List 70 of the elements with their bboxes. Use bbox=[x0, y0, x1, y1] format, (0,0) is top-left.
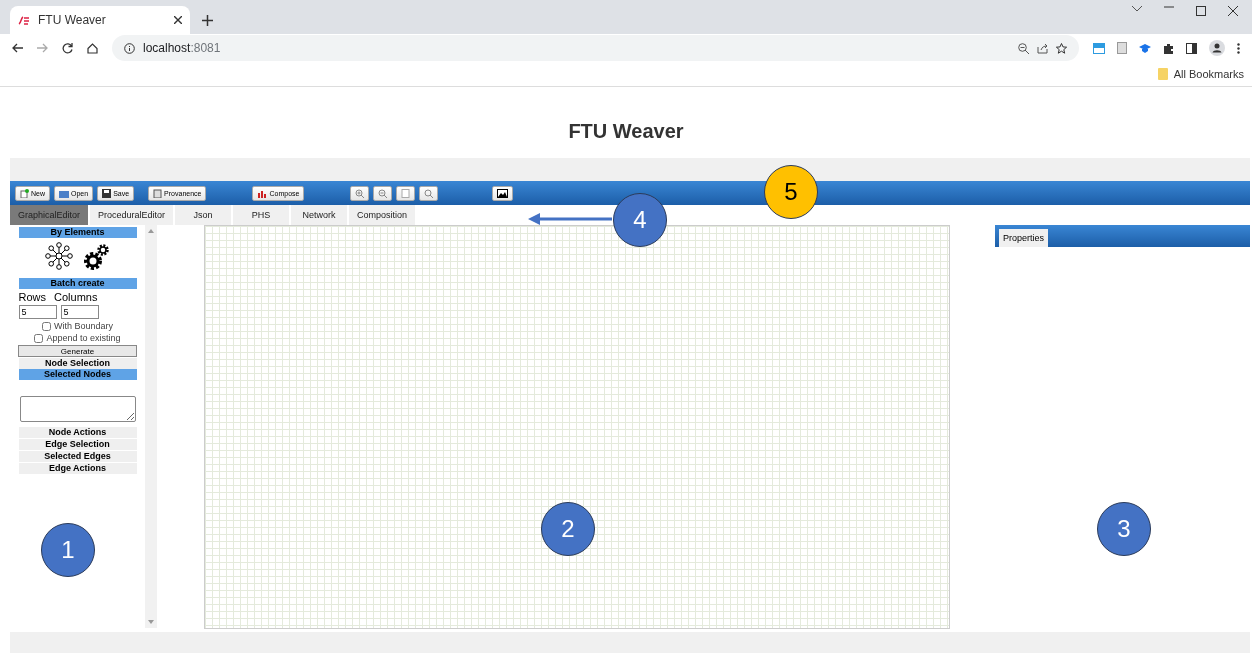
tab-title: FTU Weaver bbox=[38, 13, 106, 27]
checkbox-label: Append to existing bbox=[46, 333, 121, 343]
checkbox[interactable] bbox=[34, 333, 44, 343]
fit-button[interactable] bbox=[396, 185, 416, 201]
columns-input[interactable]: 5 bbox=[60, 305, 99, 319]
graduation-cap-icon[interactable] bbox=[1139, 43, 1151, 53]
editor-tab[interactable]: Composition bbox=[349, 205, 416, 225]
close-icon[interactable] bbox=[174, 16, 182, 24]
close-icon[interactable] bbox=[1228, 6, 1238, 16]
url-port: :8081 bbox=[190, 41, 221, 55]
rows-label: Rows bbox=[18, 291, 46, 303]
callout-marker: 3 bbox=[1097, 502, 1151, 556]
checkbox-label: With Boundary bbox=[54, 321, 113, 331]
zoom-out-icon bbox=[378, 188, 388, 198]
url-host: localhost bbox=[143, 41, 191, 55]
properties-tab[interactable]: Properties bbox=[999, 229, 1049, 247]
chevron-down-icon[interactable] bbox=[1132, 6, 1142, 12]
editor-tab[interactable]: GraphicalEditor bbox=[10, 205, 89, 225]
gears-icon[interactable] bbox=[81, 242, 112, 272]
editor-tab[interactable]: PHS bbox=[233, 205, 290, 225]
section-header[interactable]: Node Actions bbox=[18, 427, 137, 438]
browser-tab[interactable]: FTU Weaver bbox=[10, 6, 190, 34]
new-tab-icon[interactable] bbox=[202, 15, 213, 26]
home-icon[interactable] bbox=[87, 42, 98, 54]
editor-tab[interactable]: Json bbox=[175, 205, 232, 225]
section-header: By Elements bbox=[18, 227, 137, 238]
page-icon bbox=[401, 188, 411, 198]
back-arrow-icon[interactable] bbox=[12, 43, 23, 53]
section-header[interactable]: Selected Edges bbox=[18, 451, 137, 462]
section-header[interactable]: Edge Actions bbox=[18, 463, 137, 474]
page-title: FTU Weaver bbox=[568, 120, 684, 143]
share-icon[interactable] bbox=[1037, 42, 1048, 54]
checkbox[interactable] bbox=[42, 321, 51, 331]
profile-avatar-icon[interactable] bbox=[1209, 40, 1225, 56]
callout-marker: 1 bbox=[41, 523, 95, 577]
columns-label: Columns bbox=[54, 291, 98, 303]
image-button[interactable] bbox=[492, 185, 514, 201]
info-icon bbox=[124, 42, 135, 54]
selected-nodes-field[interactable] bbox=[19, 396, 136, 422]
clipboard-icon bbox=[153, 188, 163, 198]
search-button[interactable] bbox=[419, 185, 439, 201]
new-document-icon bbox=[20, 188, 29, 198]
zoom-out-button[interactable] bbox=[373, 185, 393, 201]
folder-icon bbox=[1157, 68, 1168, 80]
generate-button[interactable]: Generate bbox=[18, 345, 137, 357]
search-icon bbox=[424, 188, 434, 198]
editor-tab[interactable]: Network bbox=[291, 205, 348, 225]
zoom-out-icon[interactable] bbox=[1018, 42, 1029, 54]
network-node-icon[interactable] bbox=[43, 242, 74, 270]
reload-icon[interactable] bbox=[62, 42, 73, 54]
bookmarks-link[interactable]: All Bookmarks bbox=[1173, 68, 1244, 80]
address-bar[interactable]: localhost:8081 bbox=[112, 35, 1079, 61]
maximize-icon[interactable] bbox=[1196, 6, 1206, 16]
section-header[interactable]: Edge Selection bbox=[18, 439, 137, 450]
section-header: Selected Nodes bbox=[18, 369, 137, 380]
side-panel-icon[interactable] bbox=[1186, 42, 1197, 54]
rows-input[interactable]: 5 bbox=[18, 305, 57, 319]
image-icon bbox=[497, 188, 509, 198]
zoom-in-button[interactable] bbox=[350, 185, 370, 201]
folder-icon bbox=[59, 188, 69, 198]
section-header[interactable]: Node Selection bbox=[18, 358, 137, 369]
puzzle-piece-icon[interactable] bbox=[1163, 42, 1174, 54]
zoom-in-icon bbox=[355, 188, 365, 198]
star-icon[interactable] bbox=[1056, 42, 1067, 54]
section-header: Batch create bbox=[18, 278, 137, 289]
app-logo-icon bbox=[18, 15, 30, 25]
chart-icon bbox=[257, 188, 268, 198]
editor-tab[interactable]: ProceduralEditor bbox=[90, 205, 174, 225]
extension-icon[interactable] bbox=[1093, 42, 1105, 54]
more-menu-icon[interactable] bbox=[1237, 42, 1240, 54]
